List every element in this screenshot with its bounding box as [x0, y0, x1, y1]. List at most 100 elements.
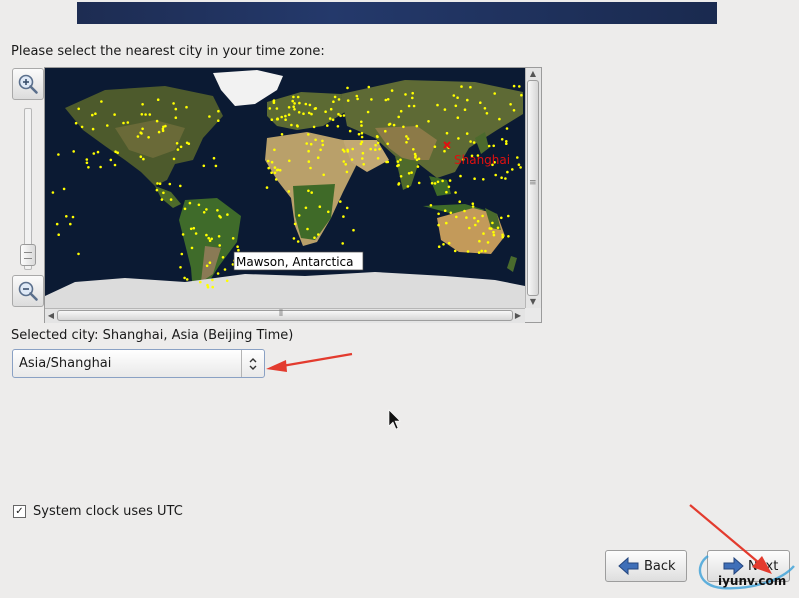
city-dot[interactable]	[329, 107, 333, 111]
city-dot[interactable]	[376, 135, 379, 139]
city-dot[interactable]	[205, 264, 209, 268]
city-dot[interactable]	[324, 110, 327, 113]
city-dot[interactable]	[139, 155, 143, 158]
city-dot[interactable]	[411, 96, 414, 100]
city-dot[interactable]	[415, 158, 419, 162]
city-dot[interactable]	[343, 150, 346, 153]
city-dot[interactable]	[291, 99, 294, 103]
city-dot[interactable]	[236, 245, 239, 248]
city-dot[interactable]	[366, 110, 370, 114]
city-dot[interactable]	[85, 158, 89, 161]
city-dot[interactable]	[122, 121, 125, 125]
city-dot[interactable]	[517, 163, 521, 166]
city-dot[interactable]	[407, 172, 411, 175]
city-dot[interactable]	[292, 95, 295, 99]
city-dot[interactable]	[157, 130, 161, 134]
city-dot[interactable]	[505, 140, 508, 143]
city-dot[interactable]	[442, 243, 445, 246]
city-dot[interactable]	[211, 285, 214, 289]
city-dot[interactable]	[114, 150, 117, 153]
city-dot[interactable]	[180, 252, 184, 256]
city-dot[interactable]	[469, 85, 472, 89]
city-dot[interactable]	[360, 124, 363, 127]
city-dot[interactable]	[344, 163, 348, 166]
city-dot[interactable]	[328, 117, 332, 120]
city-dot[interactable]	[175, 142, 179, 145]
city-dot[interactable]	[348, 129, 352, 133]
city-dot[interactable]	[415, 124, 419, 128]
city-dot[interactable]	[287, 190, 291, 193]
updown-chevron-icon[interactable]	[241, 350, 264, 377]
zoom-in-button[interactable]	[12, 68, 44, 100]
city-dot[interactable]	[139, 131, 142, 134]
city-dot[interactable]	[465, 132, 469, 135]
city-dot[interactable]	[266, 159, 270, 163]
city-dot[interactable]	[346, 86, 349, 90]
city-dot[interactable]	[445, 190, 448, 194]
city-dot[interactable]	[192, 226, 196, 230]
city-dot[interactable]	[443, 149, 446, 153]
city-dot[interactable]	[453, 249, 457, 253]
city-dot[interactable]	[219, 216, 222, 219]
city-dot[interactable]	[92, 152, 96, 155]
city-dot[interactable]	[507, 235, 510, 238]
city-dot[interactable]	[498, 117, 501, 121]
city-dot[interactable]	[307, 160, 311, 163]
city-dot[interactable]	[276, 117, 279, 120]
city-dot[interactable]	[473, 177, 476, 180]
city-dot[interactable]	[466, 98, 469, 102]
city-dot[interactable]	[500, 216, 503, 220]
city-dot[interactable]	[71, 215, 75, 219]
city-dot[interactable]	[487, 144, 491, 148]
city-dot[interactable]	[179, 184, 182, 188]
city-dot[interactable]	[509, 103, 512, 106]
city-dot[interactable]	[399, 109, 403, 113]
city-dot[interactable]	[359, 142, 363, 146]
city-dot[interactable]	[386, 160, 390, 164]
zoom-out-button[interactable]	[12, 275, 44, 307]
city-dot[interactable]	[386, 98, 390, 101]
city-dot[interactable]	[57, 233, 60, 236]
city-dot[interactable]	[331, 118, 335, 122]
city-dot[interactable]	[466, 250, 470, 253]
city-dot[interactable]	[287, 106, 291, 109]
city-dot[interactable]	[336, 125, 340, 128]
city-dot[interactable]	[402, 125, 405, 129]
city-dot[interactable]	[161, 129, 165, 133]
city-dot[interactable]	[413, 152, 417, 156]
city-dot[interactable]	[357, 132, 361, 136]
city-dot[interactable]	[287, 113, 291, 116]
city-dot[interactable]	[312, 125, 316, 129]
city-dot[interactable]	[468, 226, 471, 230]
city-dot[interactable]	[273, 148, 276, 152]
city-dot[interactable]	[293, 222, 297, 226]
city-dot[interactable]	[142, 157, 145, 161]
city-dot[interactable]	[456, 116, 460, 119]
city-dot[interactable]	[272, 99, 276, 102]
city-dot[interactable]	[356, 97, 359, 101]
city-dot[interactable]	[202, 164, 206, 168]
city-dot[interactable]	[304, 206, 308, 210]
city-dot[interactable]	[327, 210, 330, 214]
city-dot[interactable]	[164, 124, 167, 128]
city-dot[interactable]	[346, 148, 349, 152]
city-dot[interactable]	[211, 278, 214, 282]
city-dot[interactable]	[148, 113, 152, 116]
city-dot[interactable]	[339, 200, 342, 203]
city-dot[interactable]	[500, 176, 503, 179]
city-dot[interactable]	[126, 121, 130, 124]
city-dot[interactable]	[492, 230, 495, 234]
city-dot[interactable]	[443, 108, 447, 111]
city-dot[interactable]	[430, 181, 434, 185]
city-dot[interactable]	[314, 107, 318, 110]
city-dot[interactable]	[156, 182, 159, 185]
city-dot[interactable]	[405, 135, 408, 138]
city-dot[interactable]	[295, 124, 299, 127]
city-dot[interactable]	[390, 89, 394, 92]
city-dot[interactable]	[298, 101, 301, 105]
city-dot[interactable]	[473, 216, 476, 220]
city-dot[interactable]	[77, 107, 80, 111]
city-dot[interactable]	[216, 209, 219, 212]
city-dot[interactable]	[337, 98, 341, 101]
city-dot[interactable]	[483, 107, 487, 110]
